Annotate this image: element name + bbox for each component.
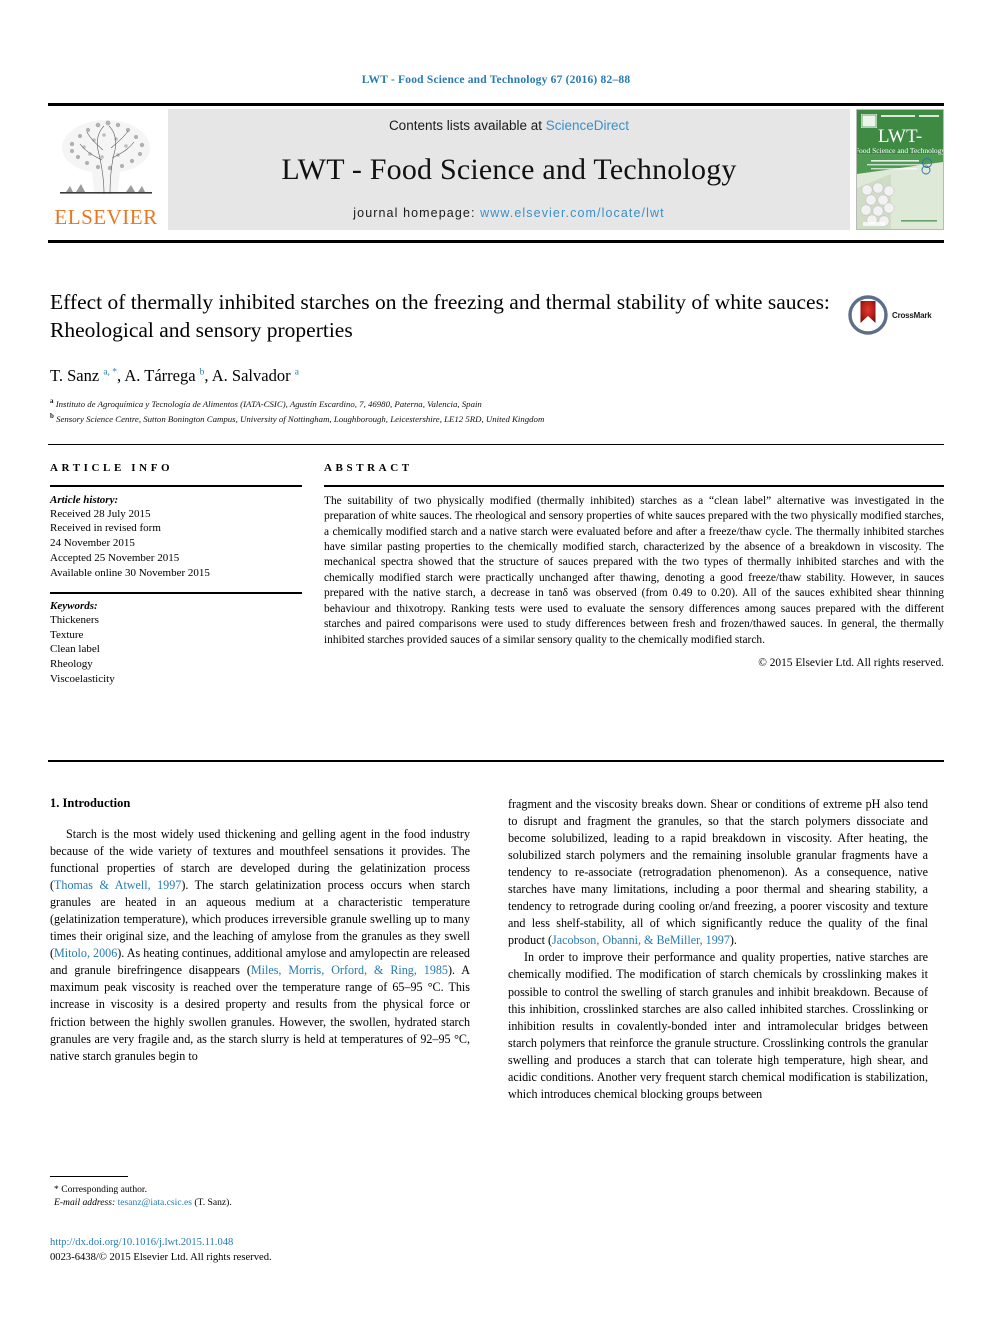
affiliation-b-marker: b [50, 411, 54, 420]
history-item: Received in revised form [50, 522, 161, 535]
citation-link[interactable]: Jacobson, Obanni, & BeMiller, 1997 [552, 933, 730, 947]
affiliation-a-marker: a [50, 397, 54, 405]
copyright-line: © 2015 Elsevier Ltd. All rights reserved… [758, 657, 944, 670]
homepage-link[interactable]: www.elsevier.com/locate/lwt [480, 206, 665, 220]
affiliation-a: a Instituto de Agroquímica y Tecnología … [50, 396, 930, 411]
abstract-column: ABSTRACT The suitability of two physical… [324, 462, 944, 669]
journal-cover-image: LWT- Food Science and Technology [857, 110, 943, 229]
article-info-column: ARTICLE INFO Article history: Received 2… [50, 462, 302, 687]
affiliation-b: b Sensory Science Centre, Sutton Boningt… [50, 411, 930, 426]
contents-prefix: Contents lists available at [388, 118, 546, 133]
citation-link[interactable]: Thomas & Atwell, 1997 [54, 878, 181, 892]
crossmark-badge[interactable]: CrossMark [848, 292, 944, 338]
history-item: 24 November 2015 [50, 537, 135, 550]
contents-list-line: Contents lists available at ScienceDirec… [389, 118, 629, 133]
doi-block: http://dx.doi.org/10.1016/j.lwt.2015.11.… [50, 1236, 480, 1266]
keywords-label: Keywords: [50, 599, 98, 612]
section-title-introduction: 1. Introduction [50, 796, 131, 810]
header-bottom-rule [48, 240, 944, 243]
homepage-prefix: journal homepage: [353, 206, 481, 220]
history-item: Available online 30 November 2015 [50, 566, 210, 579]
keywords-block: Keywords: Thickeners Texture Clean label… [50, 592, 302, 686]
right-text-b: ). [729, 933, 737, 948]
footnote-block: * Corresponding author. E-mail address: … [50, 1176, 470, 1210]
keyword-item: Clean label [50, 643, 100, 656]
affiliation-b-text: Sensory Science Centre, Sutton Bonington… [56, 413, 545, 424]
email-label: E-mail address: [54, 1197, 116, 1209]
keyword-item: Viscoelasticity [50, 672, 115, 685]
keyword-item: Thickeners [50, 613, 99, 626]
body-column-left: 1. Introduction Starch is the most widel… [50, 796, 470, 1065]
author-list: T. Sanz a, *, A. Tárrega b, A. Salvador … [50, 366, 299, 385]
abstract-heading: ABSTRACT [324, 462, 413, 474]
intro-paragraph-right-1: fragment and the viscosity breaks down. … [508, 796, 928, 949]
article-info-rule [50, 485, 302, 487]
right-text-a: fragment and the viscosity breaks down. … [508, 797, 928, 948]
email-suffix: (T. Sanz). [191, 1197, 232, 1209]
affiliation-a-text: Instituto de Agroquímica y Tecnología de… [55, 398, 482, 409]
info-top-rule [48, 444, 944, 445]
intro-text-d: ). A maximum peak viscosity is reached o… [50, 963, 471, 1063]
doi-link[interactable]: http://dx.doi.org/10.1016/j.lwt.2015.11.… [50, 1236, 480, 1251]
issn-copyright-line: 0023-6438/© 2015 Elsevier Ltd. All right… [50, 1251, 272, 1263]
crossmark-icon [848, 295, 888, 335]
article-page: LWT - Food Science and Technology 67 (20… [0, 0, 992, 1323]
affiliations: a Instituto de Agroquímica y Tecnología … [50, 396, 930, 425]
citation-link[interactable]: Miles, Morris, Orford, & Ring, 1985 [251, 963, 448, 977]
elsevier-tree-icon [60, 120, 152, 195]
journal-masthead: Contents lists available at ScienceDirec… [168, 109, 850, 230]
affil-marker-a: a, * [103, 367, 118, 378]
corresponding-author-note: * Corresponding author. [54, 1184, 147, 1195]
page-title: Effect of thermally inhibited starches o… [50, 290, 830, 343]
affil-marker-b: b [199, 367, 205, 378]
elsevier-wordmark: ELSEVIER [54, 205, 158, 229]
svg-text:LWT-: LWT- [878, 126, 922, 147]
citation-link[interactable]: Mitolo, 2006 [54, 946, 117, 960]
elsevier-logo: ELSEVIER [48, 109, 164, 230]
footnote-rule [50, 1176, 128, 1177]
intro-paragraph-right-2: In order to improve their performance an… [508, 950, 928, 1101]
article-info-heading: ARTICLE INFO [50, 462, 174, 474]
article-history-label: Article history: [50, 493, 119, 506]
svg-text:Food Science and Technology: Food Science and Technology [857, 146, 943, 155]
journal-title: LWT - Food Science and Technology [281, 152, 737, 186]
keyword-item: Texture [50, 628, 84, 641]
email-link[interactable]: tesanz@iata.csic.es [118, 1197, 192, 1208]
journal-header: ELSEVIER Contents lists available at Sci… [48, 103, 944, 230]
keywords-rule [50, 592, 302, 594]
abstract-rule [324, 485, 944, 487]
sciencedirect-link[interactable]: ScienceDirect [546, 118, 629, 133]
affil-marker-a2: a [294, 367, 299, 378]
info-bottom-rule [48, 760, 944, 762]
journal-cover-thumbnail: LWT- Food Science and Technology [856, 109, 944, 230]
running-head: LWT - Food Science and Technology 67 (20… [361, 74, 631, 86]
keyword-item: Rheology [50, 658, 93, 671]
history-item: Accepted 25 November 2015 [50, 551, 180, 564]
journal-homepage-line: journal homepage: www.elsevier.com/locat… [353, 206, 664, 220]
intro-paragraph-left: Starch is the most widely used thickenin… [50, 826, 470, 1065]
title-block: Effect of thermally inhibited starches o… [50, 288, 840, 345]
email-note: E-mail address: tesanz@iata.csic.es (T. … [50, 1196, 470, 1209]
crossmark-label: CrossMark [892, 310, 932, 320]
history-item: Received 28 July 2015 [50, 507, 151, 520]
body-column-right: fragment and the viscosity breaks down. … [508, 796, 928, 1103]
abstract-text: The suitability of two physically modifi… [324, 494, 944, 646]
header-top-rule [48, 103, 944, 106]
